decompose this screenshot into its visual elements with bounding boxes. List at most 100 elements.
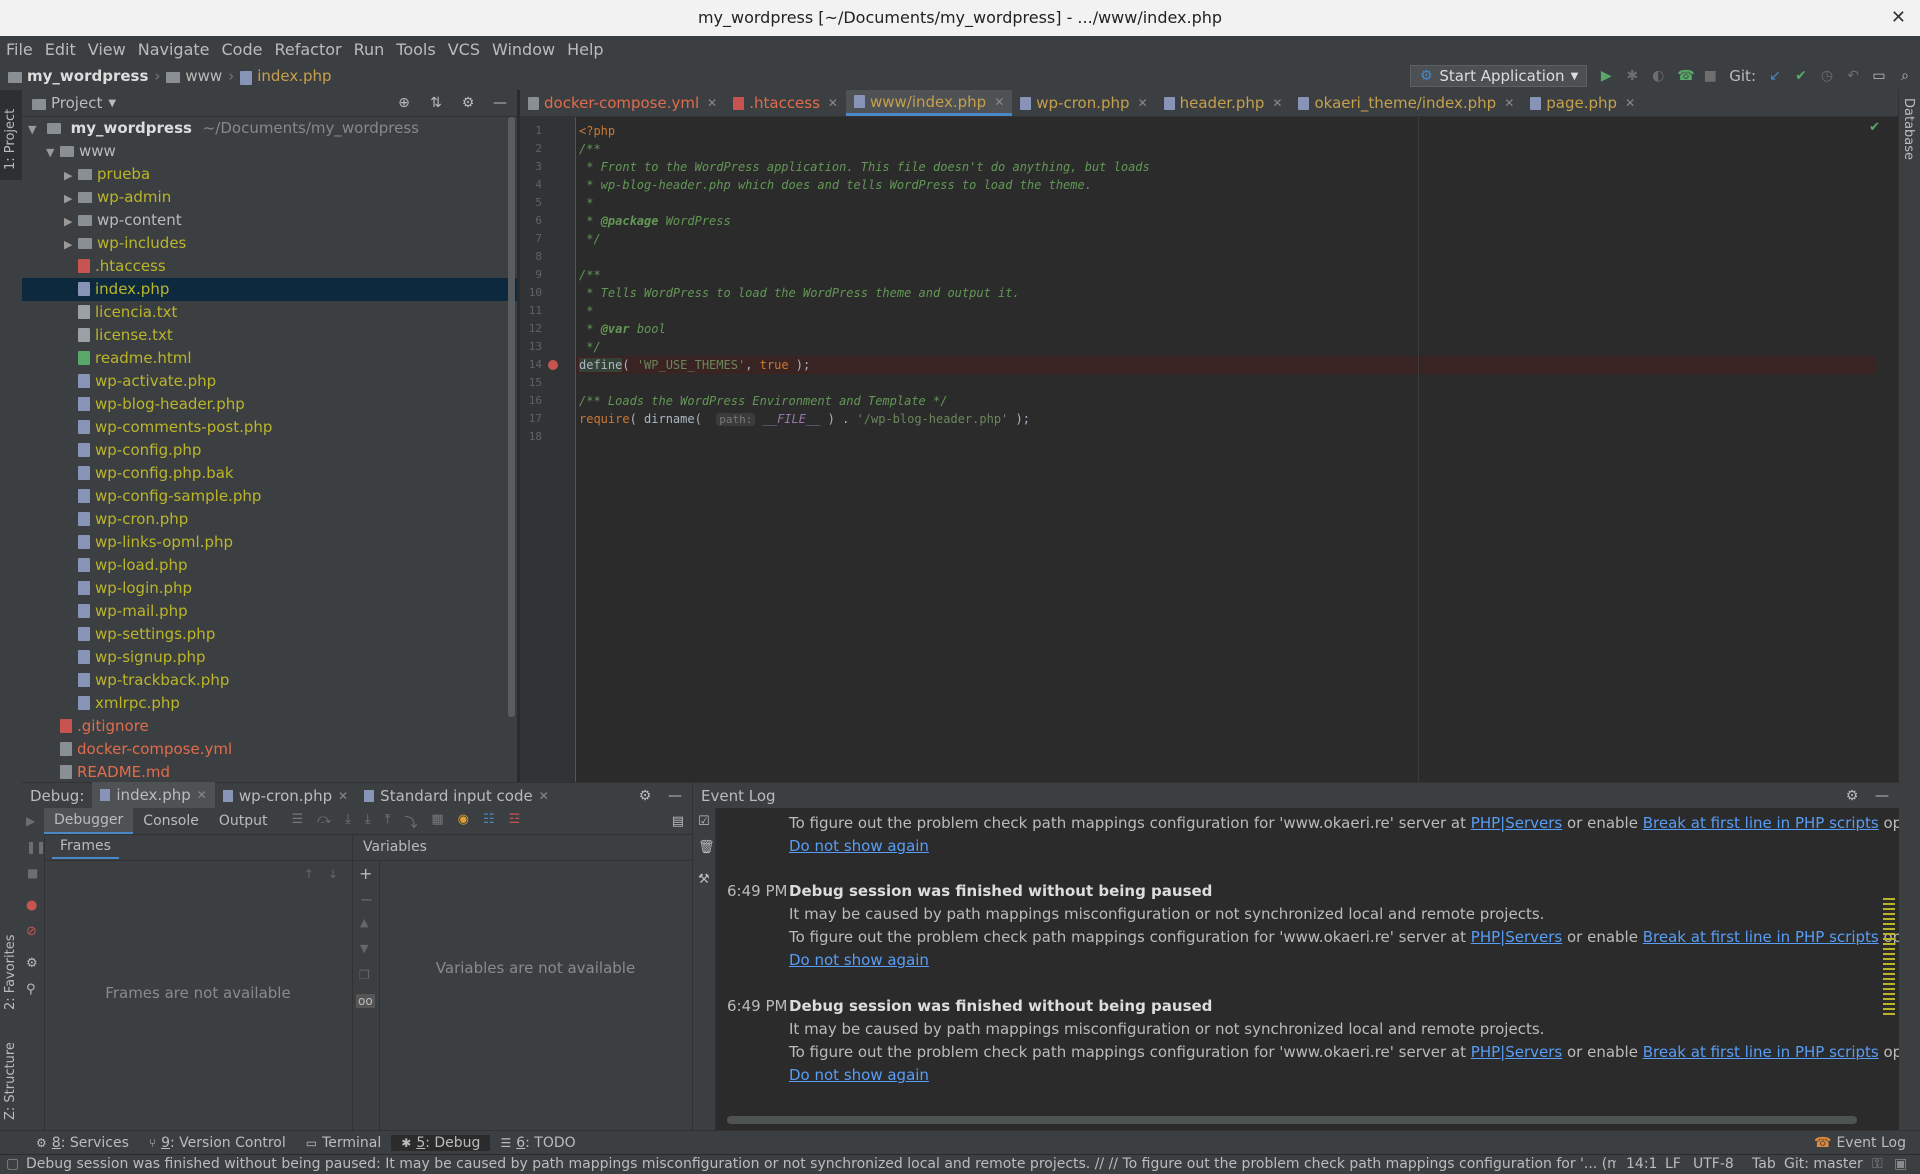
chevron-down-icon[interactable]: ▼ [108, 98, 116, 109]
line-number[interactable]: 12 [520, 320, 542, 338]
tool-tab[interactable]: ☰ 6: TODO [490, 1135, 585, 1151]
menu-code[interactable]: Code [216, 40, 269, 59]
arrow-up-icon[interactable]: ↑ [304, 867, 314, 881]
menu-run[interactable]: Run [348, 40, 391, 59]
tool-tab[interactable]: ✱ 5: Debug [391, 1135, 491, 1151]
editor-tab[interactable]: www/index.php ✕ [845, 90, 1013, 116]
view-breakpoints-icon[interactable]: ● [26, 898, 37, 913]
tree-file[interactable]: wp-config-sample.php [22, 485, 517, 508]
tree-file[interactable]: wp-config.php [22, 439, 517, 462]
status-message[interactable]: Debug session was finished without being… [26, 1155, 1616, 1174]
tree-file[interactable]: wp-signup.php [22, 646, 517, 669]
gear-icon[interactable]: ⚙ [1845, 789, 1859, 803]
tree-file[interactable]: README.md [22, 761, 517, 782]
collapse-all-icon[interactable]: ⇅ [429, 96, 443, 110]
memory-indicator-icon[interactable]: ▣ [1894, 1155, 1907, 1174]
lock-icon[interactable]: ⚿ [1872, 1155, 1883, 1174]
menu-file[interactable]: File [0, 40, 39, 59]
coverage-icon[interactable]: ◐ [1651, 69, 1665, 83]
debug-subtab-output[interactable]: Output [209, 809, 278, 833]
run-configuration-select[interactable]: ⚙ Start Application ▼ [1410, 65, 1588, 87]
expand-arrow-icon[interactable]: ▶ [64, 164, 78, 187]
search-icon[interactable]: ⌕ [1898, 69, 1912, 83]
git-update-icon[interactable]: ↙ [1768, 69, 1782, 83]
project-view-select[interactable]: Project [51, 94, 102, 112]
close-tab-icon[interactable]: ✕ [338, 784, 348, 808]
copy-icon[interactable]: ❐ [359, 968, 370, 982]
line-number[interactable]: 4 [520, 176, 542, 194]
git-rollback-icon[interactable]: ↶ [1846, 69, 1860, 83]
line-number[interactable]: 18 [520, 428, 542, 446]
menu-view[interactable]: View [82, 40, 132, 59]
tree-root[interactable]: ▼ my_wordpress ~/Documents/my_wordpress [22, 117, 517, 140]
editor-tab[interactable]: header.php ✕ [1156, 90, 1291, 116]
move-up-icon[interactable]: ▲ [360, 916, 368, 929]
menu-window[interactable]: Window [486, 40, 561, 59]
php-servers-link[interactable]: PHP|Servers [1471, 1043, 1562, 1061]
line-number[interactable]: 15 [520, 374, 542, 392]
force-step-into-icon[interactable]: ⤓ [365, 812, 371, 831]
glasses-icon[interactable]: oo [356, 994, 375, 1008]
tree-file[interactable]: wp-login.php [22, 577, 517, 600]
trash-icon[interactable]: 🗑 [698, 840, 715, 855]
event-log-button[interactable]: ☎ Event Log [1814, 1135, 1920, 1151]
line-number[interactable]: 5 [520, 194, 542, 212]
editor-tab[interactable]: page.php ✕ [1522, 90, 1643, 116]
close-tab-icon[interactable]: ✕ [1504, 96, 1514, 110]
git-history-icon[interactable]: ◷ [1820, 69, 1834, 83]
project-tool-button[interactable]: 1: Project [0, 90, 22, 180]
debug-session-tab[interactable]: wp-cron.php ✕ [215, 783, 356, 809]
tree-folder[interactable]: ▶ wp-includes [22, 232, 517, 255]
step-into-icon[interactable]: ⤓ [345, 812, 351, 831]
project-scrollbar[interactable] [508, 117, 515, 717]
tree-folder[interactable]: ▶ wp-content [22, 209, 517, 232]
expand-arrow-icon[interactable]: ▶ [64, 233, 78, 256]
tree-file[interactable]: .htaccess [22, 255, 517, 278]
line-number[interactable]: 2 [520, 140, 542, 158]
tree-file[interactable]: .gitignore [22, 715, 517, 738]
close-tab-icon[interactable]: ✕ [1138, 96, 1148, 110]
tree-file[interactable]: xmlrpc.php [22, 692, 517, 715]
close-tab-icon[interactable]: ✕ [197, 783, 207, 807]
evaluate-icon[interactable]: ▦ [431, 812, 443, 831]
break-on-first-line-icon[interactable]: ◉ [458, 812, 469, 831]
close-tab-icon[interactable]: ✕ [828, 96, 838, 110]
move-down-icon[interactable]: ▼ [360, 942, 368, 955]
gear-icon[interactable]: ⚙ [638, 789, 652, 803]
tree-file[interactable]: licencia.txt [22, 301, 517, 324]
stop-icon[interactable]: ■ [27, 866, 38, 880]
line-number[interactable]: 11 [520, 302, 542, 320]
tree-file[interactable]: license.txt [22, 324, 517, 347]
add-watch-icon[interactable]: + [359, 864, 372, 883]
do-not-show-again-link[interactable]: Do not show again [789, 1066, 929, 1084]
tree-file[interactable]: wp-cron.php [22, 508, 517, 531]
menu-edit[interactable]: Edit [39, 40, 82, 59]
php-servers-link[interactable]: PHP|Servers [1471, 814, 1562, 832]
gear-icon[interactable]: ⚙ [26, 956, 38, 971]
hide-panel-icon[interactable]: — [493, 96, 507, 110]
indent-setting[interactable]: Tab [1752, 1155, 1776, 1174]
debug-subtab-debugger[interactable]: Debugger [44, 808, 134, 834]
menu-refactor[interactable]: Refactor [268, 40, 347, 59]
do-not-show-again-link[interactable]: Do not show again [789, 951, 929, 969]
line-number[interactable]: 17 [520, 410, 542, 428]
editor-tab[interactable]: docker-compose.yml ✕ [520, 90, 725, 116]
menu-navigate[interactable]: Navigate [132, 40, 216, 59]
break-first-line-link[interactable]: Break at first line in PHP scripts [1643, 1043, 1879, 1061]
show-execution-point-icon[interactable]: ☰ [292, 812, 304, 831]
locate-icon[interactable]: ⊕ [397, 96, 411, 110]
tree-file[interactable]: wp-blog-header.php [22, 393, 517, 416]
menu-help[interactable]: Help [561, 40, 609, 59]
line-number[interactable]: 9 [520, 266, 542, 284]
tool-tab[interactable]: ⚙ 8: Services [26, 1135, 139, 1151]
hide-panel-icon[interactable]: — [1875, 789, 1889, 803]
tree-file[interactable]: index.php [22, 278, 517, 301]
window-layout-icon[interactable]: ▭ [1872, 69, 1886, 83]
debug-icon[interactable]: ✱ [1625, 69, 1639, 83]
remove-watch-icon[interactable]: − [360, 890, 373, 909]
menu-tools[interactable]: Tools [390, 40, 441, 59]
tool-tab[interactable]: ▭ Terminal [296, 1135, 392, 1151]
breadcrumb-file[interactable]: index.php [257, 67, 331, 85]
debug-session-tab[interactable]: Standard input code ✕ [356, 783, 557, 809]
settings-list-icon[interactable]: ☲ [509, 812, 521, 831]
